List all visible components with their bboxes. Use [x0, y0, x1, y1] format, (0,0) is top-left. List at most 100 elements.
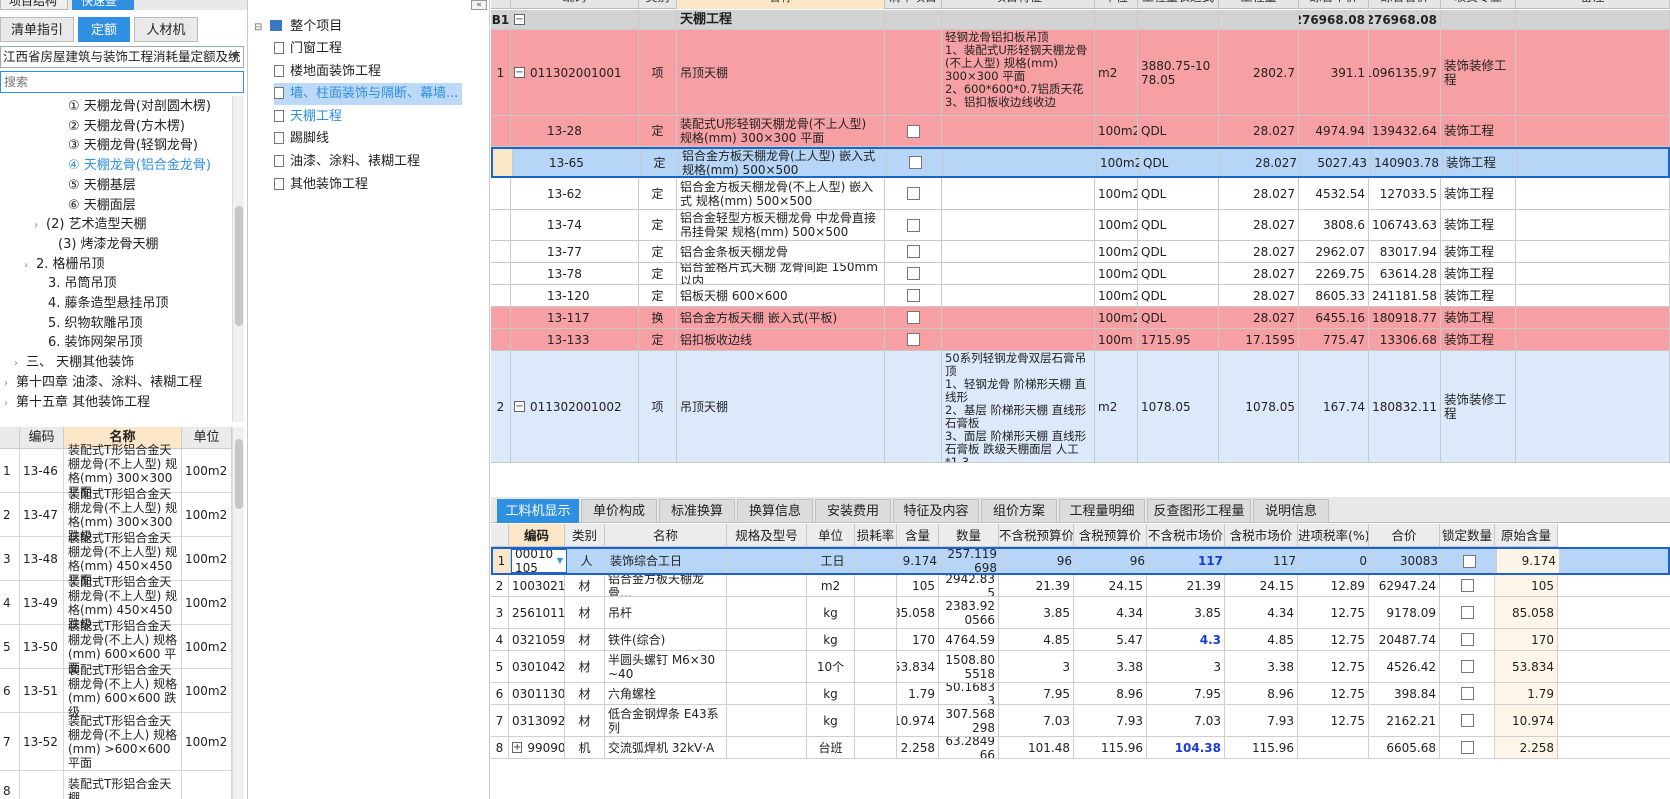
- loss-rate-header[interactable]: 损耗率: [855, 524, 897, 547]
- quantity-expression[interactable]: QDL: [1138, 178, 1219, 209]
- list-item-checkbox[interactable]: [906, 218, 920, 232]
- resource-code[interactable]: 10030211: [509, 575, 565, 596]
- quota-sub-row[interactable]: 13-133 定铝扣板收边线 100m 1715.95 17.1595 775.47 133…: [491, 329, 1670, 351]
- content-header[interactable]: 含量: [897, 524, 939, 547]
- item-code[interactable]: 13-78: [511, 263, 639, 284]
- item-name[interactable]: 铝合金方板天棚龙骨(上人型) 嵌入式 规格(mm) 500×500: [679, 149, 887, 176]
- taxed-market-price[interactable]: 24.15: [1225, 575, 1298, 596]
- resource-code[interactable]: 03011305: [509, 683, 565, 704]
- item-feature[interactable]: [942, 329, 1095, 350]
- remark[interactable]: [1518, 149, 1668, 176]
- list-item-checkbox[interactable]: [906, 124, 920, 138]
- taxed-market-price[interactable]: 4.85: [1225, 629, 1298, 650]
- tab-quota[interactable]: 定额: [78, 17, 130, 42]
- tree-node[interactable]: › (2) 艺术造型天棚: [34, 214, 147, 235]
- resource-name[interactable]: 六角螺栓: [605, 683, 727, 704]
- detail-tab[interactable]: 特征及内容: [893, 499, 979, 523]
- item-name[interactable]: 吊顶天棚: [677, 351, 885, 462]
- quota-sub-row[interactable]: 13-78 定铝合金格片式天棚 龙骨间距 150mm以内 100m2 QDL 28.02…: [491, 263, 1670, 285]
- resource-code[interactable]: 00010105 ▼: [511, 549, 567, 573]
- tree-node[interactable]: ① 天棚龙骨(对剖圆木楞): [56, 96, 211, 117]
- item-code[interactable]: 13-77: [511, 241, 639, 262]
- pretax-market-price[interactable]: 4.3: [1147, 629, 1225, 650]
- quantity-expression[interactable]: QDL: [1138, 263, 1219, 284]
- item-feature[interactable]: [942, 263, 1095, 284]
- quota-sub-row[interactable]: 13-117 换铝合金方板天棚 嵌入式(平板) 100m2 QDL 28.027 6455…: [491, 307, 1670, 329]
- item-code[interactable]: 13-28: [511, 116, 639, 146]
- item-name[interactable]: 铝合金方板天棚 嵌入式(平板): [677, 307, 885, 328]
- taxed-market-price[interactable]: 117: [1227, 549, 1300, 573]
- total-price-header[interactable]: 综合合价: [1369, 0, 1441, 9]
- resource-row[interactable]: 6 03011305 材 六角螺栓 kg 1.79 50.16833 7.95 8.96 7.95…: [491, 683, 1670, 705]
- quota-sub-row[interactable]: 13-28 定装配式U形轻钢天棚龙骨(不上人型) 规格(mm) 300×300 平…: [491, 116, 1670, 147]
- tab-list-guide[interactable]: 清单指引: [0, 17, 74, 42]
- resource-row[interactable]: 2 10030211 材 铝合金方板天棚龙骨… m2 105 2942.835 21.39 24…: [491, 575, 1670, 597]
- quantity[interactable]: 2383.920566: [939, 597, 999, 628]
- lock-quantity-checkbox[interactable]: [1460, 741, 1474, 754]
- quantity[interactable]: 307.568298: [939, 705, 999, 736]
- fee-specialty[interactable]: 装饰装修工程: [1441, 30, 1516, 115]
- tab-quick-query[interactable]: 快速查询: [72, 0, 134, 10]
- remark[interactable]: [1516, 116, 1670, 146]
- unit-header[interactable]: 单位: [1095, 0, 1138, 9]
- pretax-market-price[interactable]: 117: [1149, 549, 1227, 573]
- detail-tab[interactable]: 标准换算: [659, 499, 735, 523]
- tree-node[interactable]: › 第十五章 其他装饰工程: [4, 392, 150, 413]
- item-name[interactable]: 天棚工程: [677, 10, 885, 29]
- table-scrollbar[interactable]: [232, 427, 244, 799]
- fee-specialty[interactable]: 装饰装修工程: [1441, 351, 1516, 462]
- item-code[interactable]: 13-117: [511, 307, 639, 328]
- project-node[interactable]: 天棚工程: [274, 106, 342, 128]
- list-item-checkbox[interactable]: [906, 311, 920, 324]
- chevron-right-icon[interactable]: ›: [4, 393, 16, 414]
- search-input[interactable]: [0, 71, 244, 93]
- item-feature[interactable]: 轻钢龙骨铝扣板吊顶 1、装配式U形轻钢天棚龙骨(不上人型) 规格(mm) 300…: [942, 30, 1095, 115]
- resource-name[interactable]: 半圆头螺钉 M6×30~40: [605, 651, 727, 682]
- item-code[interactable]: −: [511, 10, 639, 29]
- remark-header[interactable]: 备注: [1516, 0, 1670, 9]
- project-node[interactable]: 踢脚线: [274, 128, 329, 150]
- type-header[interactable]: 类别: [565, 524, 605, 547]
- resource-name[interactable]: 铝合金方板天棚龙骨…: [605, 575, 727, 596]
- lock-quantity-checkbox[interactable]: [1460, 579, 1474, 592]
- name-header[interactable]: 名称: [605, 524, 727, 547]
- item-code[interactable]: 13-65: [513, 149, 641, 176]
- quota-sub-row[interactable]: 13-77 定铝合金条板天棚龙骨 100m2 QDL 28.027 2962.07 8301…: [491, 241, 1670, 263]
- total-header[interactable]: 合价: [1369, 524, 1440, 547]
- pretax-market-price[interactable]: 3.85: [1147, 597, 1225, 628]
- item-feature[interactable]: [942, 10, 1095, 29]
- table-row[interactable]: 8 装配式T形铝合金天棚: [0, 771, 232, 799]
- section-row[interactable]: B1− 天棚工程 1276968.081276968.08: [491, 10, 1670, 30]
- item-feature[interactable]: [942, 210, 1095, 240]
- tree-node[interactable]: › 2. 格栅吊顶: [24, 254, 105, 275]
- quantity-expression[interactable]: QDL: [1140, 149, 1221, 176]
- name-header[interactable]: 名称: [677, 0, 885, 9]
- resource-name[interactable]: 交流弧焊机 32kV·A: [605, 737, 727, 758]
- item-code[interactable]: 13-133: [511, 329, 639, 350]
- list-item-header[interactable]: 清单项目: [885, 0, 942, 9]
- list-item-checkbox[interactable]: [906, 267, 920, 280]
- fee-specialty[interactable]: 装饰工程: [1441, 307, 1516, 328]
- quantity-expression[interactable]: [1138, 10, 1219, 29]
- detail-tab[interactable]: 安装费用: [815, 499, 891, 523]
- item-name[interactable]: 铝扣板收边线: [677, 329, 885, 350]
- table-row[interactable]: 6 13-51 装配式T形铝合金天棚龙骨(不上人) 规格(mm) 600×600 跌…: [0, 663, 232, 719]
- remark[interactable]: [1516, 351, 1670, 462]
- project-node[interactable]: 门窗工程: [274, 38, 342, 60]
- item-feature[interactable]: 50系列轻钢龙骨双层石膏吊顶 1、轻钢龙骨 阶梯形天棚 直线形 2、基层 阶梯形…: [942, 351, 1095, 462]
- fee-specialty[interactable]: 装饰工程: [1441, 178, 1516, 209]
- fee-specialty[interactable]: 装饰工程: [1441, 263, 1516, 284]
- collapse-icon[interactable]: −: [514, 14, 525, 25]
- resource-row[interactable]: 4 03210593 材 铁件(综合) kg 170 4764.59 4.85 5.47 4.3 4…: [491, 629, 1670, 651]
- chevron-down-icon[interactable]: ▼: [557, 554, 563, 568]
- row-no-header[interactable]: [491, 524, 509, 547]
- tab-labor-material-machine[interactable]: 人材机: [134, 17, 198, 42]
- quantity[interactable]: 2942.835: [939, 575, 999, 596]
- item-name[interactable]: 吊顶天棚: [677, 30, 885, 115]
- resource-name[interactable]: 吊杆: [605, 597, 727, 628]
- bill-item-row[interactable]: 1−011302001001 项吊顶天棚 轻钢龙骨铝扣板吊顶 1、装配式U形轻钢天棚…: [491, 30, 1670, 116]
- item-name[interactable]: 铝合金条板天棚龙骨: [677, 241, 885, 262]
- remark[interactable]: [1516, 210, 1670, 240]
- quantity-expression[interactable]: 1078.05: [1138, 351, 1219, 462]
- fee-specialty[interactable]: 装饰工程: [1441, 116, 1516, 146]
